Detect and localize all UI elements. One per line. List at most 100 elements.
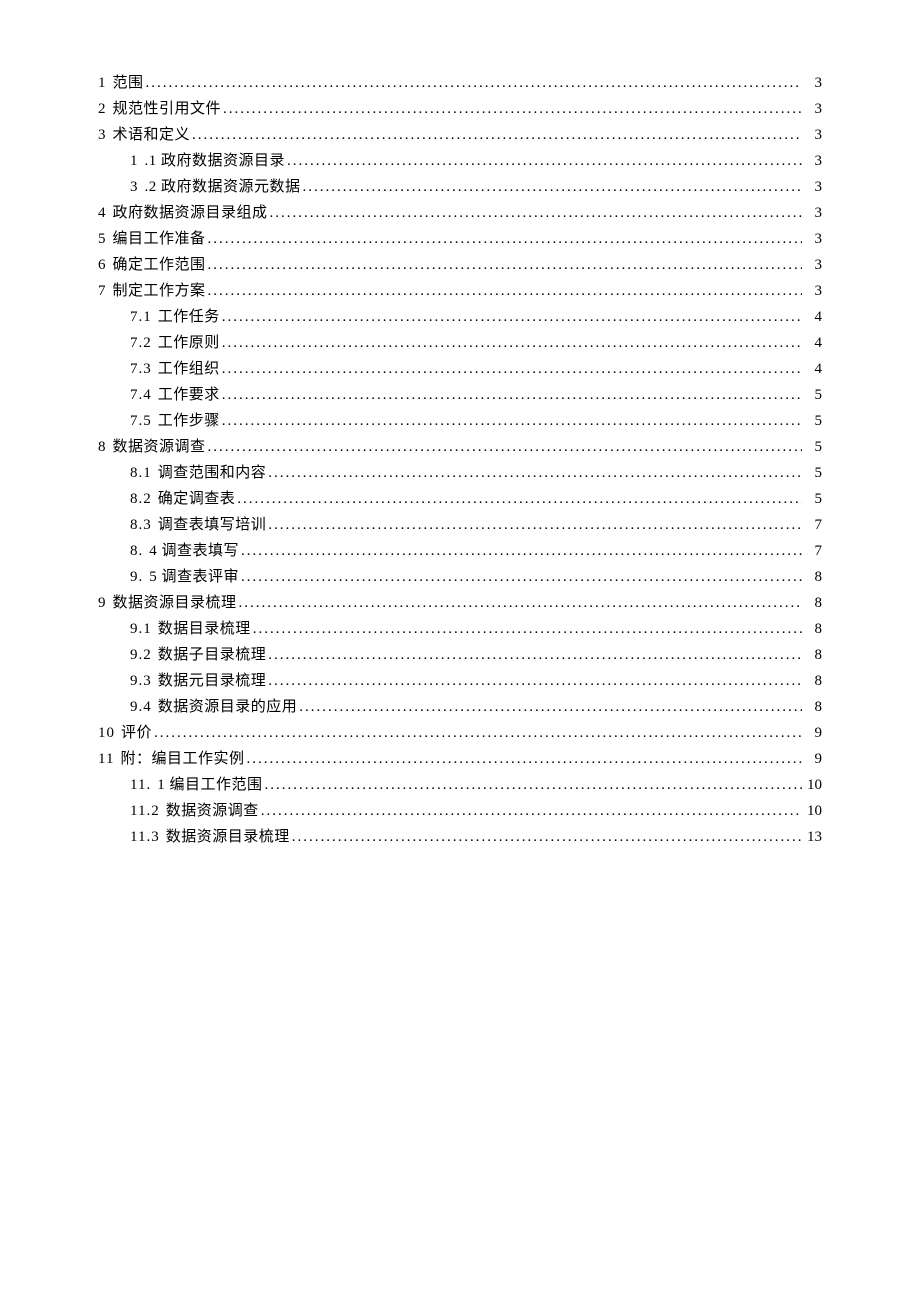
toc-leader-dots: ........................................… bbox=[253, 616, 802, 642]
toc-leader-dots: ........................................… bbox=[192, 122, 802, 148]
toc-page-number: 9 bbox=[804, 746, 822, 772]
toc-leader-dots: ........................................… bbox=[246, 746, 802, 772]
toc-entry: 1.1 政府数据资源目录............................… bbox=[98, 148, 822, 174]
toc-number: 2 bbox=[98, 96, 107, 122]
toc-number: 7.5 bbox=[130, 408, 152, 434]
toc-entry: 2规范性引用文件................................… bbox=[98, 96, 822, 122]
toc-title: 规范性引用文件 bbox=[113, 96, 222, 122]
toc-number: 8 bbox=[98, 434, 107, 460]
toc-page-number: 4 bbox=[804, 330, 822, 356]
toc-page-number: 5 bbox=[804, 434, 822, 460]
toc-page-number: 7 bbox=[804, 538, 822, 564]
toc-entry: 9.2 数据子目录梳理 ............................… bbox=[98, 642, 822, 668]
toc-page-number: 3 bbox=[804, 226, 822, 252]
toc-title: 确定工作范围 bbox=[113, 252, 206, 278]
toc-page-number: 8 bbox=[804, 616, 822, 642]
toc-entry: 7.5工作步骤.................................… bbox=[98, 408, 822, 434]
toc-number: 1 bbox=[98, 70, 107, 96]
toc-page-number: 4 bbox=[804, 304, 822, 330]
toc-number: 9 bbox=[98, 590, 107, 616]
toc-entry: 8.1调查范围和内容..............................… bbox=[98, 460, 822, 486]
toc-leader-dots: ........................................… bbox=[208, 434, 802, 460]
toc-entry: 9. 5 调查表评审 .............................… bbox=[98, 564, 822, 590]
toc-page-number: 5 bbox=[804, 486, 822, 512]
toc-leader-dots: ........................................… bbox=[239, 590, 802, 616]
toc-number: 9.2 bbox=[130, 642, 152, 668]
toc-leader-dots: ........................................… bbox=[222, 382, 802, 408]
toc-entry: 7.2工作原则.................................… bbox=[98, 330, 822, 356]
toc-page-number: 8 bbox=[804, 564, 822, 590]
toc-entry: 7制定工作方案.................................… bbox=[98, 278, 822, 304]
toc-entry: 10评价....................................… bbox=[98, 720, 822, 746]
toc-page: 1范围.....................................… bbox=[0, 0, 920, 920]
toc-entry: 11. 1 编目工作范围 ...........................… bbox=[98, 772, 822, 798]
toc-title: 制定工作方案 bbox=[113, 278, 206, 304]
toc-container: 1范围.....................................… bbox=[98, 70, 822, 850]
toc-entry: 11.2 数据资源调查 ............................… bbox=[98, 798, 822, 824]
toc-title: 编目工作准备 bbox=[113, 226, 206, 252]
toc-page-number: 3 bbox=[804, 122, 822, 148]
toc-number: 5 bbox=[98, 226, 107, 252]
toc-number: 9.3 bbox=[130, 668, 152, 694]
toc-number: 11.2 bbox=[130, 798, 160, 824]
toc-title: 调查表填写培训 bbox=[158, 512, 267, 538]
toc-leader-dots: ........................................… bbox=[268, 668, 802, 694]
toc-title: 工作要求 bbox=[158, 382, 220, 408]
toc-number: 4 bbox=[98, 200, 107, 226]
toc-number: 6 bbox=[98, 252, 107, 278]
toc-title: 数据资源调查 bbox=[166, 798, 259, 824]
toc-page-number: 3 bbox=[804, 96, 822, 122]
toc-title: 5 调查表评审 bbox=[149, 564, 239, 590]
toc-number: 7 bbox=[98, 278, 107, 304]
toc-page-number: 13 bbox=[804, 824, 822, 850]
toc-page-number: 8 bbox=[804, 642, 822, 668]
toc-number: 7.3 bbox=[130, 356, 152, 382]
toc-title: 调查范围和内容 bbox=[158, 460, 267, 486]
toc-page-number: 5 bbox=[804, 382, 822, 408]
toc-leader-dots: ........................................… bbox=[241, 538, 802, 564]
toc-page-number: 3 bbox=[804, 200, 822, 226]
toc-leader-dots: ........................................… bbox=[223, 96, 802, 122]
toc-number: 9.1 bbox=[130, 616, 152, 642]
toc-number: 8. bbox=[130, 538, 143, 564]
toc-leader-dots: ........................................… bbox=[287, 148, 802, 174]
toc-title: 4 调查表填写 bbox=[149, 538, 239, 564]
toc-title: 政府数据资源目录组成 bbox=[113, 200, 268, 226]
toc-entry: 9.4 数据资源目录的应用 ..........................… bbox=[98, 694, 822, 720]
toc-page-number: 8 bbox=[804, 694, 822, 720]
toc-title: 1 编目工作范围 bbox=[157, 772, 262, 798]
toc-entry: 3术语和定义..................................… bbox=[98, 122, 822, 148]
toc-entry: 6确定工作范围.................................… bbox=[98, 252, 822, 278]
toc-entry: 4政府数据资源目录组成.............................… bbox=[98, 200, 822, 226]
toc-title: 工作任务 bbox=[158, 304, 220, 330]
toc-leader-dots: ........................................… bbox=[222, 304, 802, 330]
toc-entry: 11附：编目工作实例..............................… bbox=[98, 746, 822, 772]
toc-title: 数据子目录梳理 bbox=[158, 642, 267, 668]
toc-entry: 7.4 工作要求.................................… bbox=[98, 382, 822, 408]
toc-title: 附：编目工作实例 bbox=[120, 746, 244, 772]
toc-leader-dots: ........................................… bbox=[154, 720, 802, 746]
toc-title: 数据资源调查 bbox=[113, 434, 206, 460]
toc-leader-dots: ........................................… bbox=[208, 278, 802, 304]
toc-number: 7.2 bbox=[130, 330, 152, 356]
toc-title: 工作组织 bbox=[158, 356, 220, 382]
toc-entry: 5编目工作准备.................................… bbox=[98, 226, 822, 252]
toc-number: 8.1 bbox=[130, 460, 152, 486]
toc-page-number: 10 bbox=[804, 772, 822, 798]
toc-entry: 8数据资源调查.................................… bbox=[98, 434, 822, 460]
toc-leader-dots: ........................................… bbox=[261, 798, 802, 824]
toc-number: 11 bbox=[98, 746, 114, 772]
toc-page-number: 3 bbox=[804, 70, 822, 96]
toc-leader-dots: ........................................… bbox=[299, 694, 802, 720]
toc-entry: 8.3调查表填写培训..............................… bbox=[98, 512, 822, 538]
toc-page-number: 8 bbox=[804, 590, 822, 616]
toc-entry: 1范围.....................................… bbox=[98, 70, 822, 96]
toc-page-number: 3 bbox=[804, 252, 822, 278]
toc-number: 3 bbox=[98, 122, 107, 148]
toc-leader-dots: ........................................… bbox=[292, 824, 802, 850]
toc-entry: 8. 4 调查表填写 .............................… bbox=[98, 538, 822, 564]
toc-number: 7.4 bbox=[130, 382, 152, 408]
toc-entry: 7.3工作组织.................................… bbox=[98, 356, 822, 382]
toc-entry: 9数据资源目录梳理...............................… bbox=[98, 590, 822, 616]
toc-page-number: 3 bbox=[804, 278, 822, 304]
